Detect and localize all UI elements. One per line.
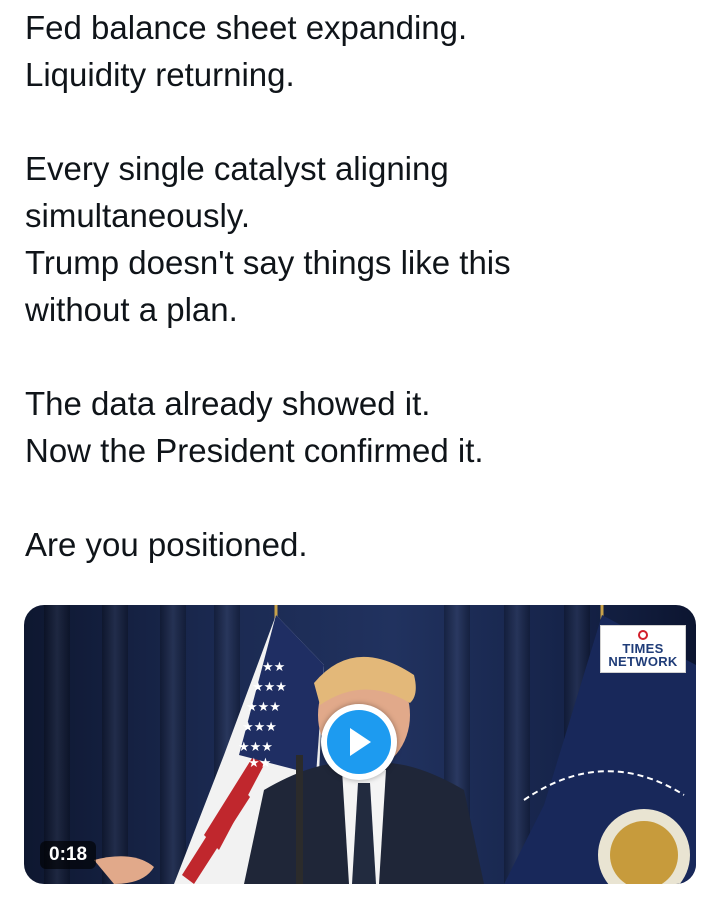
- svg-text:★★★: ★★★: [246, 700, 281, 715]
- tweet-text: Fed balance sheet expanding. Liquidity r…: [25, 4, 695, 568]
- play-button[interactable]: [321, 704, 397, 780]
- tweet-line: The data already showed it.: [25, 385, 431, 422]
- video-duration-badge: 0:18: [40, 841, 97, 869]
- play-button-inner: [327, 710, 391, 774]
- tweet-line: without a plan.: [25, 291, 238, 328]
- tweet-line: Liquidity returning.: [25, 56, 295, 93]
- tweet-line: simultaneously.: [25, 197, 250, 234]
- tweet-line: Trump doesn't say things like this: [25, 244, 511, 281]
- tweet-line: Fed balance sheet expanding.: [25, 9, 468, 46]
- svg-text:★★: ★★: [262, 660, 285, 675]
- times-network-logo: TIMES NETWORK: [600, 625, 686, 673]
- logo-mark-icon: [638, 630, 648, 640]
- tweet-line: Now the President confirmed it.: [25, 432, 484, 469]
- play-icon: [350, 728, 371, 756]
- tweet-line: Are you positioned.: [25, 526, 308, 563]
- svg-text:★★★: ★★★: [252, 680, 287, 695]
- svg-text:★★★: ★★★: [238, 740, 273, 755]
- video-player[interactable]: ★★ ★★★ ★★★ ★★★ ★★★ ★★ TIMES NETWORK 0:18: [24, 605, 696, 884]
- svg-text:★★: ★★: [248, 756, 271, 771]
- svg-text:★★★: ★★★: [242, 720, 277, 735]
- tweet-line: Every single catalyst aligning: [25, 150, 449, 187]
- logo-text-line2: NETWORK: [608, 654, 678, 669]
